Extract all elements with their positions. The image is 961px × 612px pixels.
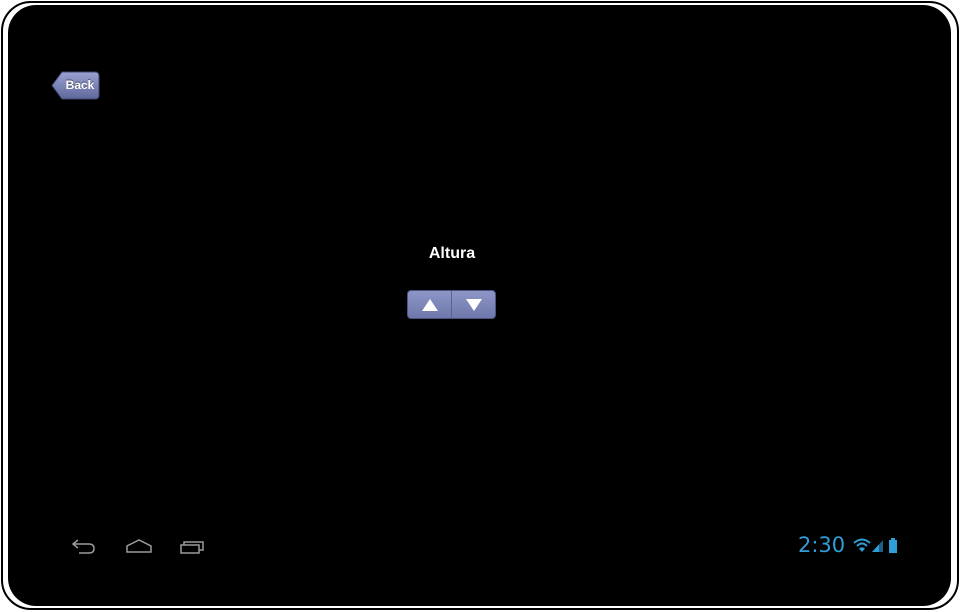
back-button[interactable]: Back: [51, 71, 100, 100]
back-arrow-icon[interactable]: [71, 536, 97, 556]
tablet-device: Back Altura 2:30: [0, 0, 961, 612]
height-stepper[interactable]: [407, 290, 496, 319]
increment-button[interactable]: [408, 291, 451, 318]
triangle-up-icon: [421, 298, 438, 311]
page-title: Altura: [428, 245, 476, 262]
decrement-button[interactable]: [451, 291, 495, 318]
home-icon[interactable]: [125, 536, 153, 556]
status-clock: 2:30: [798, 533, 846, 557]
triangle-down-icon: [465, 298, 482, 311]
recent-apps-icon[interactable]: [179, 536, 205, 556]
wifi-icon: [853, 538, 871, 552]
back-button-label: Back: [65, 78, 95, 92]
signal-icon: [872, 540, 883, 552]
screen: Back Altura 2:30: [8, 5, 951, 606]
battery-icon: [889, 538, 897, 553]
